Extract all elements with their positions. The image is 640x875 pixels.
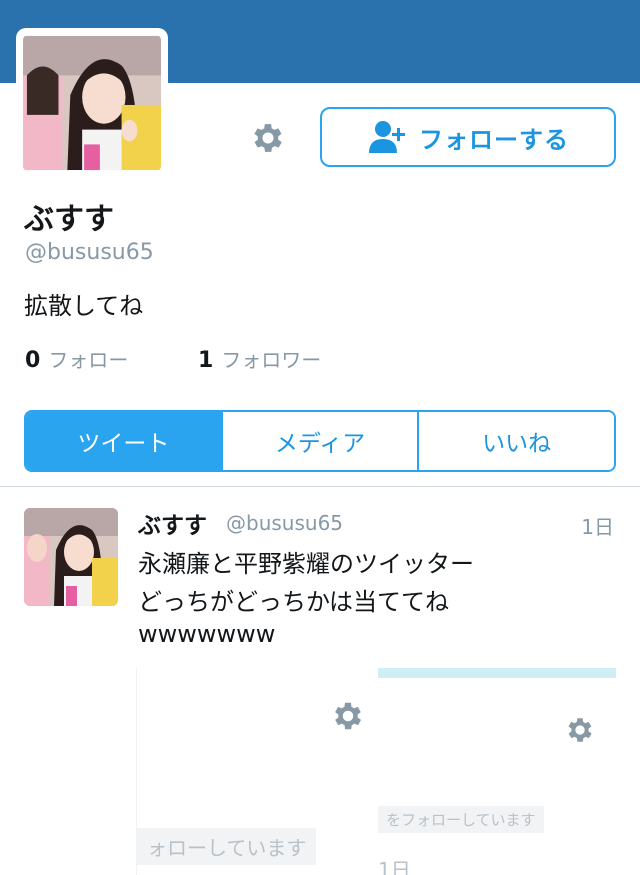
gear-icon (568, 718, 592, 742)
media-gear-button (560, 710, 600, 750)
tweet-author-name[interactable]: ぶすす (138, 506, 207, 540)
tweet-author-handle[interactable]: @bususu65 (226, 511, 343, 535)
tweet-timestamp[interactable]: 1日 (581, 511, 614, 540)
follow-button[interactable]: フォローする (320, 107, 616, 167)
tab-tweets[interactable]: ツイート (26, 412, 221, 470)
followers-label: フォロワー (221, 348, 322, 372)
following-label: フォロー (48, 348, 129, 372)
tab-media[interactable]: メディア (220, 412, 418, 470)
profile-screen-name: @bususu65 (25, 240, 154, 265)
media-gear-button (328, 696, 368, 736)
tweet-text-line: 永瀬廉と平野紫耀のツイッター (138, 550, 474, 578)
divider (0, 486, 640, 487)
tweet-text-line: どっちがどっちかは当ててね (138, 588, 450, 616)
tweet-media-image[interactable]: をフォローしています 1日 (378, 668, 616, 875)
settings-gear-button[interactable] (246, 116, 290, 160)
profile-display-name: ぶすす (24, 202, 114, 237)
media-overlay-text: をフォローしています (378, 806, 544, 833)
tweet-media-image[interactable]: ォローしています (136, 668, 374, 875)
follow-button-label: フォローする (419, 125, 569, 154)
following-stat[interactable]: 0 フォロー (25, 344, 128, 373)
followers-stat[interactable]: 1 フォロワー (198, 344, 321, 373)
followers-count: 1 (198, 348, 214, 373)
profile-avatar[interactable] (16, 28, 168, 178)
add-user-icon (369, 121, 405, 153)
tweet-avatar[interactable] (24, 508, 118, 606)
media-timestamp: 1日 (378, 858, 411, 875)
gear-icon (335, 702, 362, 730)
following-count: 0 (25, 348, 41, 373)
gear-icon (254, 124, 282, 152)
tweet-text-line: wwwwwww (138, 620, 276, 648)
profile-bio: 拡散してね (24, 292, 144, 320)
profile-tabs: ツイート メディア いいね (24, 410, 616, 472)
media-overlay-text: ォローしています (137, 828, 317, 865)
tab-likes[interactable]: いいね (417, 412, 614, 470)
avatar-photo (23, 35, 161, 171)
